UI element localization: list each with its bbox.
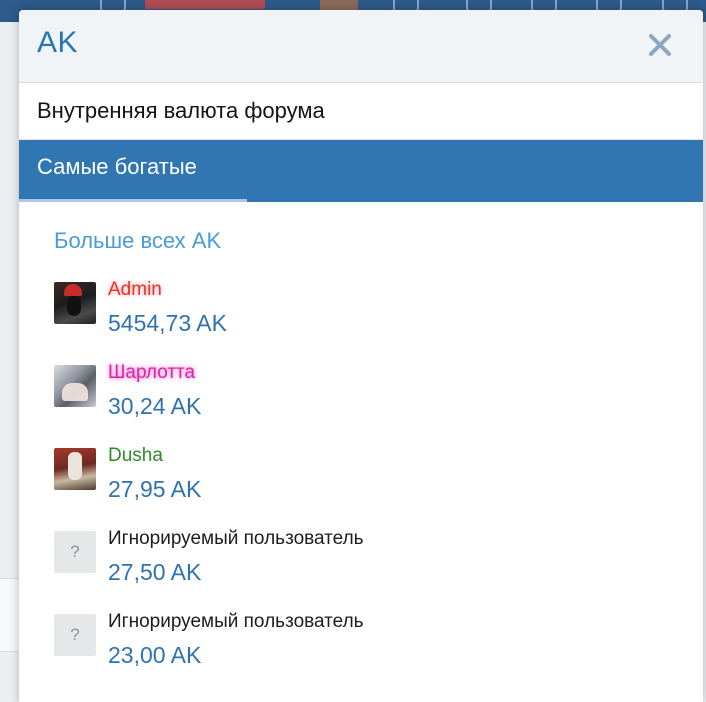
avatar[interactable] xyxy=(54,365,96,407)
currency-amount: 30,24 AK xyxy=(108,393,202,419)
close-button[interactable] xyxy=(643,28,677,62)
modal-subtitle: Внутренняя валюта форума xyxy=(19,83,703,140)
currency-amount: 27,95 AK xyxy=(108,476,202,502)
tab-richest-label: Самые богатые xyxy=(37,154,197,179)
currency-amount: 5454,73 AK xyxy=(108,310,227,336)
avatar: ? xyxy=(54,531,96,573)
leaderboard-item: Admin 5454,73 AK xyxy=(54,274,703,357)
modal-title: AK xyxy=(37,26,79,59)
avatar[interactable] xyxy=(54,282,96,324)
leaderboard-list: Admin 5454,73 AK Шарлотта 30,24 AK Dusha… xyxy=(54,274,703,689)
tab-bar: Самые богатые xyxy=(19,140,703,202)
tab-richest[interactable]: Самые богатые xyxy=(19,140,247,202)
leaderboard-item: Dusha 27,95 AK xyxy=(54,440,703,523)
leaderboard-item: Шарлотта 30,24 AK xyxy=(54,357,703,440)
leaderboard-item: ? Игнорируемый пользователь 27,50 AK xyxy=(54,523,703,606)
currency-amount: 27,50 AK xyxy=(108,559,202,585)
background-panel xyxy=(0,578,20,652)
active-tab-indicator xyxy=(19,199,247,202)
currency-modal: AK Внутренняя валюта форума Самые богаты… xyxy=(19,10,703,702)
close-icon xyxy=(649,34,671,56)
site-logo xyxy=(145,0,265,9)
username: Игнорируемый пользователь xyxy=(108,528,364,549)
avatar[interactable] xyxy=(54,448,96,490)
modal-header: AK xyxy=(19,10,703,83)
username: Игнорируемый пользователь xyxy=(108,611,364,632)
avatar: ? xyxy=(54,614,96,656)
leaderboard-section: Больше всех AK Admin 5454,73 AK Шарлотта… xyxy=(19,202,703,689)
username[interactable]: Admin xyxy=(108,279,162,301)
username[interactable]: Шарлотта xyxy=(108,362,195,384)
section-title: Больше всех AK xyxy=(54,228,222,253)
currency-amount: 23,00 AK xyxy=(108,642,202,668)
username[interactable]: Dusha xyxy=(108,445,163,467)
leaderboard-item: ? Игнорируемый пользователь 23,00 AK xyxy=(54,606,703,689)
